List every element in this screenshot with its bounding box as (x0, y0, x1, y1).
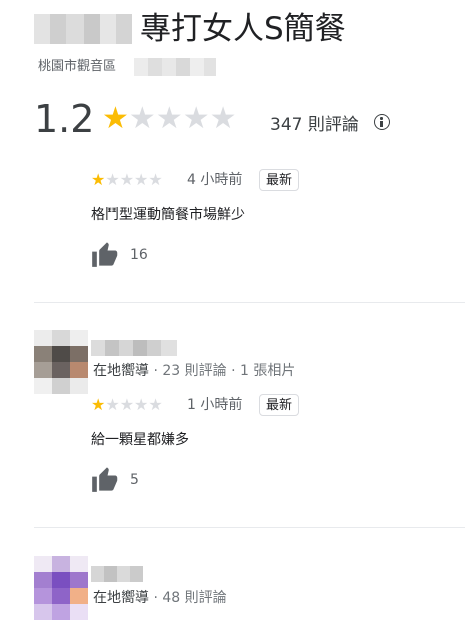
thumbs-up-icon[interactable] (91, 466, 119, 492)
review-divider (34, 527, 465, 528)
star-empty-icon: ★ (119, 395, 135, 414)
redacted-reviewer-name[interactable] (91, 340, 177, 356)
review-time: 1 小時前 (187, 397, 243, 413)
newest-badge: 最新 (259, 394, 300, 416)
local-guide-label: 在地嚮導 (93, 363, 149, 379)
thumbs-up-icon[interactable] (91, 241, 119, 267)
star-empty-icon: ★ (134, 395, 149, 414)
star-empty-icon: ★ (105, 170, 120, 189)
place-address: 桃園市觀音區 (38, 59, 117, 74)
reviewer-meta: 在地嚮導 · 48 則評論 (93, 589, 227, 607)
star-empty-icon: ★ (119, 170, 135, 189)
star-empty-icon: ★ (148, 395, 163, 414)
review-count-link[interactable]: 347 則評論 (270, 114, 359, 136)
avatar[interactable] (34, 556, 88, 620)
star-empty-icon: ★ (105, 395, 120, 414)
review-time: 4 小時前 (187, 172, 243, 188)
local-guide-label: 在地嚮導 (93, 590, 149, 606)
star-empty-icon: ★ (128, 101, 156, 136)
avatar[interactable] (34, 330, 88, 394)
star-filled-icon: ★ (91, 395, 106, 414)
redacted-reviewer-name[interactable] (91, 566, 143, 582)
review-stars: ★★★★★ (91, 171, 163, 189)
star-empty-icon: ★ (134, 170, 149, 189)
rating-value: 1.2 (34, 97, 95, 141)
review-divider (34, 302, 465, 303)
star-empty-icon: ★ (209, 101, 237, 136)
reviewer-meta: 在地嚮導 · 23 則評論 · 1 張相片 (93, 362, 295, 380)
star-empty-icon: ★ (182, 101, 210, 136)
like-count: 16 (130, 247, 148, 263)
review-text: 給一顆星都嫌多 (91, 432, 189, 448)
place-title: 專打女人S簡餐 (140, 11, 346, 47)
star-filled-icon: ★ (91, 170, 106, 189)
review-stars: ★★★★★ (91, 396, 163, 414)
review-text: 格鬥型運動簡餐市場鮮少 (91, 207, 245, 223)
redacted-address-block (134, 58, 216, 76)
reviewer-stats: · 23 則評論 · 1 張相片 (149, 363, 296, 379)
redacted-name-block (34, 14, 132, 44)
star-empty-icon: ★ (155, 101, 183, 136)
rating-stars: ★★★★★ (102, 104, 237, 134)
like-count: 5 (130, 472, 139, 488)
reviewer-stats: · 48 則評論 (149, 590, 227, 606)
info-icon[interactable] (374, 114, 390, 130)
newest-badge: 最新 (259, 169, 300, 191)
star-empty-icon: ★ (148, 170, 163, 189)
star-filled-icon: ★ (102, 101, 129, 136)
